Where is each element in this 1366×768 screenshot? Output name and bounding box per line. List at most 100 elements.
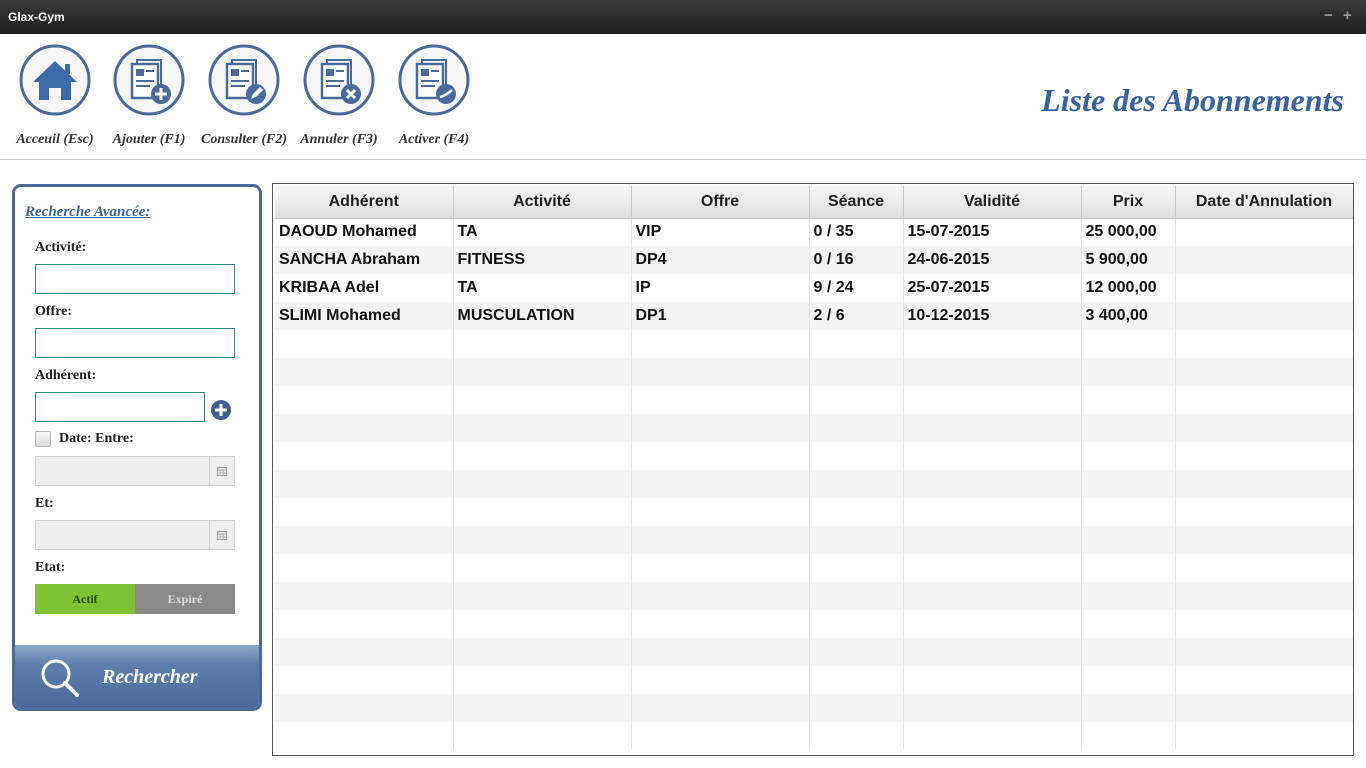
empty-cell <box>1081 358 1176 386</box>
empty-cell <box>631 358 810 386</box>
empty-cell <box>275 386 454 414</box>
empty-cell <box>809 498 904 526</box>
empty-cell <box>903 470 1082 498</box>
empty-cell <box>631 582 810 610</box>
table-row[interactable]: SANCHA Abraham FITNESS DP4 0 / 16 24-06-… <box>275 246 1353 274</box>
empty-cell <box>1081 666 1176 694</box>
minimize-icon[interactable]: − <box>1324 8 1333 24</box>
window-titlebar: Glax-Gym − + <box>0 0 1366 34</box>
empty-cell <box>903 414 1082 442</box>
toolbar: Acceuil (Esc) Ajouter (F1) Consulter (F2… <box>0 34 1366 160</box>
empty-cell <box>1175 526 1353 554</box>
date-checkbox[interactable] <box>35 431 51 447</box>
search-button[interactable]: Rechercher <box>15 645 259 708</box>
column-header-validite[interactable]: Validité <box>903 186 1082 219</box>
empty-cell <box>453 610 632 638</box>
table-row[interactable]: KRIBAA Adel TA IP 9 / 24 25-07-2015 12 0… <box>275 274 1353 302</box>
empty-cell <box>1175 358 1353 386</box>
document-edit-icon <box>208 44 280 116</box>
empty-table-row <box>275 358 1353 386</box>
maximize-icon[interactable]: + <box>1343 8 1352 24</box>
add-button-label: Ajouter (F1) <box>112 132 186 147</box>
subscriptions-table: Adhérent Activité Offre Séance Validité … <box>272 183 1354 756</box>
cell-adherent: SLIMI Mohamed <box>275 302 454 330</box>
calendar-icon[interactable] <box>209 521 234 549</box>
cell-activite: FITNESS <box>453 246 632 274</box>
empty-table-row <box>275 722 1353 750</box>
document-add-icon <box>113 44 185 116</box>
column-header-seance[interactable]: Séance <box>809 186 904 219</box>
empty-cell <box>453 442 632 470</box>
empty-cell <box>453 414 632 442</box>
etat-actif-button[interactable]: Actif <box>35 584 135 614</box>
empty-cell <box>631 498 810 526</box>
empty-cell <box>809 386 904 414</box>
empty-cell <box>809 442 904 470</box>
calendar-icon[interactable] <box>209 457 234 485</box>
home-button[interactable]: Acceuil (Esc) <box>5 44 105 148</box>
empty-cell <box>809 526 904 554</box>
cell-offre: IP <box>631 274 810 302</box>
adherent-input[interactable] <box>35 392 205 422</box>
table-header-row: Adhérent Activité Offre Séance Validité … <box>275 186 1353 219</box>
empty-cell <box>453 358 632 386</box>
cell-prix: 12 000,00 <box>1081 274 1176 302</box>
table-row[interactable]: DAOUD Mohamed TA VIP 0 / 35 15-07-2015 2… <box>275 218 1353 246</box>
empty-table-row <box>275 498 1353 526</box>
empty-cell <box>903 610 1082 638</box>
empty-cell <box>809 694 904 722</box>
etat-expire-button[interactable]: Expiré <box>135 584 235 614</box>
empty-cell <box>1175 666 1353 694</box>
empty-cell <box>453 666 632 694</box>
column-header-activite[interactable]: Activité <box>453 186 632 219</box>
column-header-adherent[interactable]: Adhérent <box>275 186 454 219</box>
cell-activite: TA <box>453 274 632 302</box>
cell-adherent: DAOUD Mohamed <box>275 218 454 246</box>
empty-cell <box>275 330 454 358</box>
empty-cell <box>453 498 632 526</box>
empty-cell <box>631 414 810 442</box>
activate-button[interactable]: Activer (F4) <box>384 44 484 148</box>
date-to-picker[interactable] <box>35 520 235 550</box>
et-label: Et: <box>35 496 54 511</box>
cell-validite: 25-07-2015 <box>903 274 1082 302</box>
empty-table-row <box>275 442 1353 470</box>
empty-cell <box>631 554 810 582</box>
activite-input[interactable] <box>35 264 235 294</box>
add-button[interactable]: Ajouter (F1) <box>99 44 199 148</box>
empty-table-row <box>275 470 1353 498</box>
column-header-prix[interactable]: Prix <box>1081 186 1176 219</box>
empty-cell <box>809 554 904 582</box>
cancel-button[interactable]: Annuler (F3) <box>289 44 389 148</box>
empty-table-row <box>275 330 1353 358</box>
empty-cell <box>903 442 1082 470</box>
empty-cell <box>1175 610 1353 638</box>
empty-cell <box>1081 638 1176 666</box>
cell-date-annulation <box>1175 246 1353 274</box>
empty-cell <box>453 582 632 610</box>
offre-input[interactable] <box>35 328 235 358</box>
activate-button-label: Activer (F4) <box>398 132 470 147</box>
empty-cell <box>275 582 454 610</box>
cell-offre: VIP <box>631 218 810 246</box>
activite-label: Activité: <box>35 240 87 255</box>
empty-cell <box>631 638 810 666</box>
column-header-date-annulation[interactable]: Date d'Annulation <box>1175 186 1353 219</box>
table-row[interactable]: SLIMI Mohamed MUSCULATION DP1 2 / 6 10-1… <box>275 302 1353 330</box>
cell-offre: DP4 <box>631 246 810 274</box>
empty-cell <box>275 610 454 638</box>
empty-cell <box>903 638 1082 666</box>
home-icon <box>19 44 91 116</box>
consult-button[interactable]: Consulter (F2) <box>194 44 294 148</box>
cell-seance: 2 / 6 <box>809 302 904 330</box>
page-title: Liste des Abonnements <box>1041 82 1344 118</box>
empty-cell <box>1081 414 1176 442</box>
add-adherent-icon[interactable] <box>210 399 232 421</box>
column-header-offre[interactable]: Offre <box>631 186 810 219</box>
date-from-picker[interactable] <box>35 456 235 486</box>
empty-cell <box>903 330 1082 358</box>
empty-cell <box>631 330 810 358</box>
empty-cell <box>809 722 904 750</box>
date-checkbox-label: Date: Entre: <box>59 431 134 446</box>
empty-cell <box>453 330 632 358</box>
